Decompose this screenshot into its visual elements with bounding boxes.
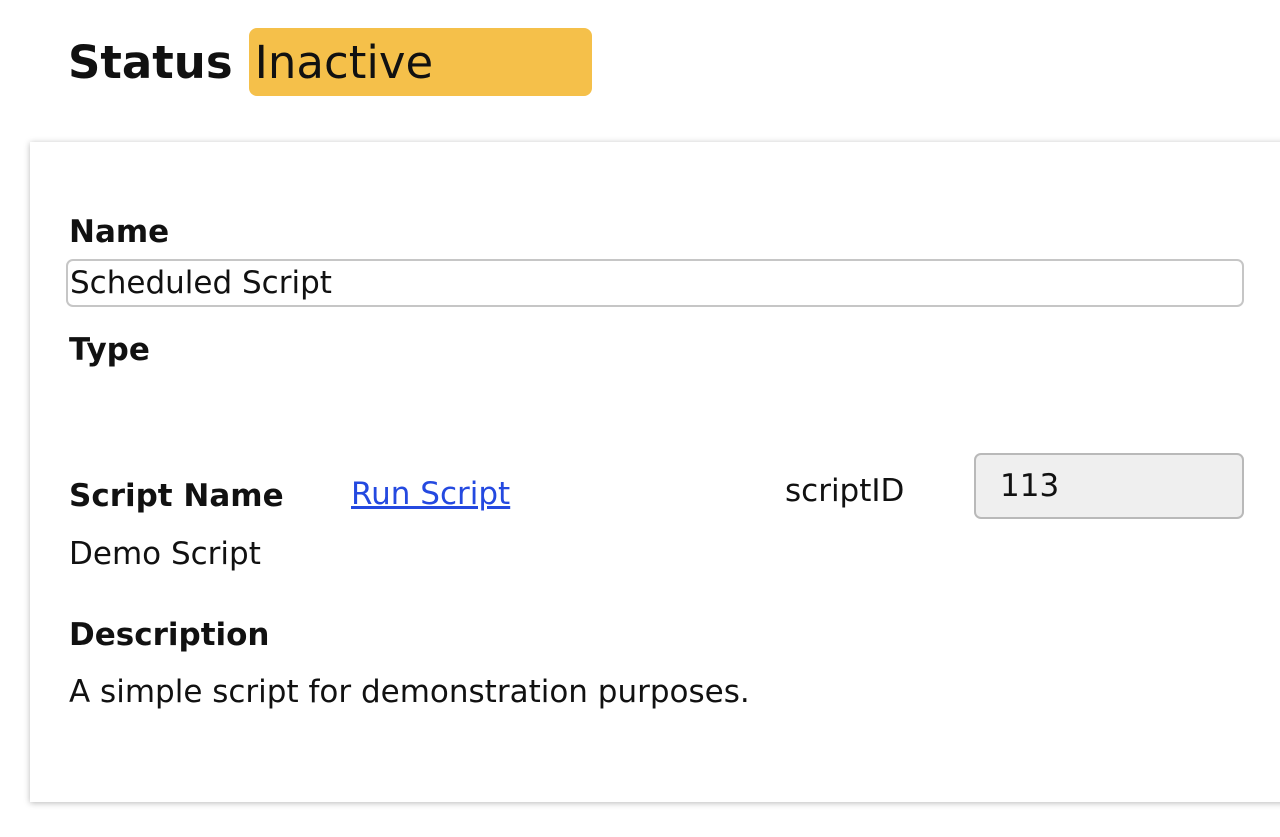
script-id-field[interactable] xyxy=(974,453,1244,519)
script-id-label: scriptID xyxy=(785,473,905,509)
run-script-link[interactable]: Run Script xyxy=(351,476,510,512)
status-label: Status xyxy=(68,35,233,89)
name-label: Name xyxy=(69,214,170,250)
status-badge: Inactive xyxy=(248,28,592,96)
status-row: Status Inactive xyxy=(68,28,592,96)
description-text: A simple script for demonstration purpos… xyxy=(69,674,750,710)
type-label: Type xyxy=(69,332,150,368)
description-label: Description xyxy=(69,617,270,653)
script-details-panel: Name Type Script Name Run Script scriptI… xyxy=(30,142,1280,802)
name-field[interactable] xyxy=(66,259,1244,307)
script-name-value: Demo Script xyxy=(69,536,261,572)
script-name-label: Script Name xyxy=(69,478,284,514)
